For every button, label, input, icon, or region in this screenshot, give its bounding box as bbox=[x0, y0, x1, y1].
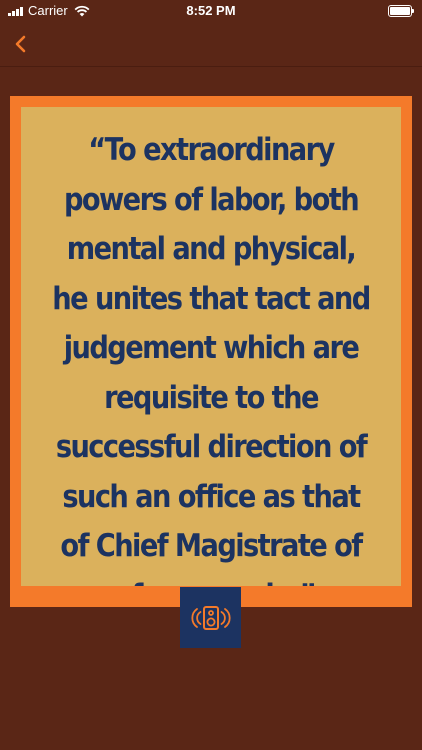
status-bar: Carrier 8:52 PM bbox=[0, 0, 422, 22]
status-time: 8:52 PM bbox=[186, 3, 236, 18]
play-audio-button[interactable] bbox=[180, 587, 241, 648]
quote-frame: “To extraordinary powers of labor, both … bbox=[10, 96, 412, 607]
speaker-icon bbox=[190, 605, 231, 630]
navigation-bar bbox=[0, 22, 422, 67]
quote-text: “To extraordinary powers of labor, both … bbox=[52, 132, 371, 586]
back-button[interactable] bbox=[8, 30, 36, 58]
quote-card: “To extraordinary powers of labor, both … bbox=[21, 107, 401, 586]
chevron-left-icon bbox=[15, 35, 26, 53]
battery-icon bbox=[388, 5, 414, 17]
